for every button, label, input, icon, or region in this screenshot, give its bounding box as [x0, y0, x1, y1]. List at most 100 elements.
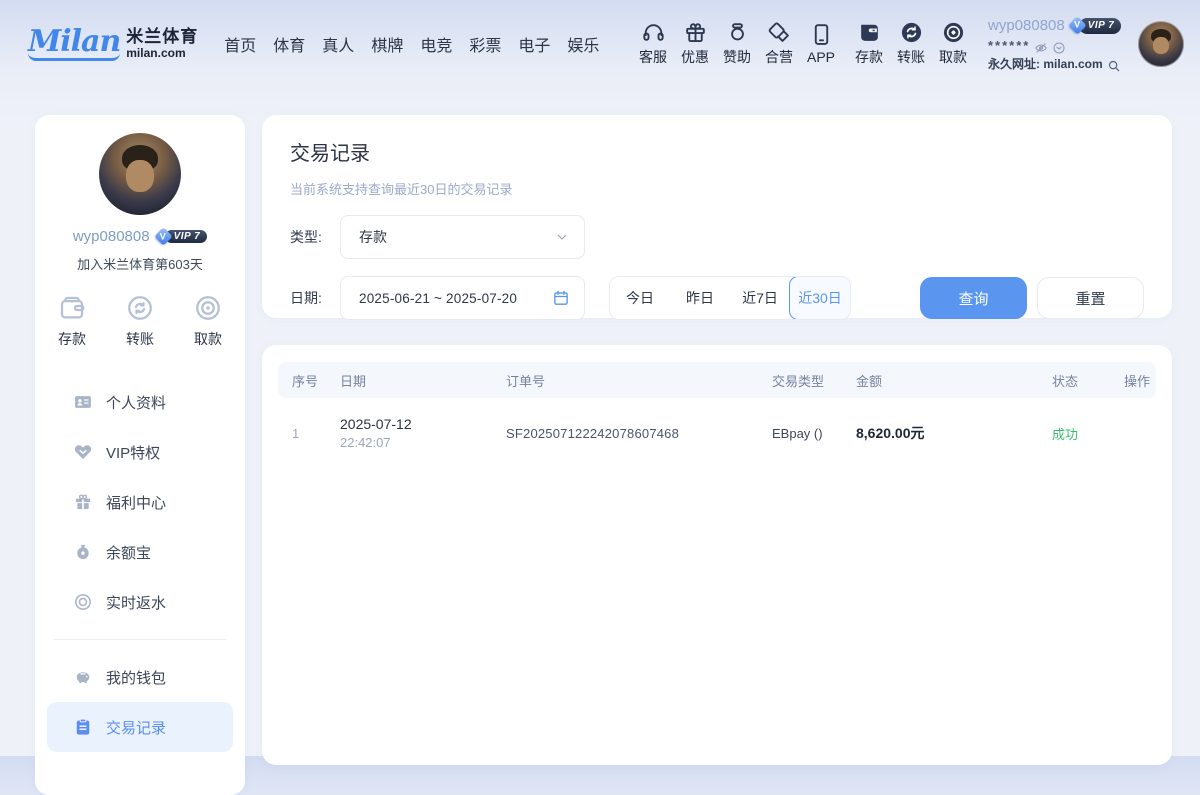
avatar[interactable] [1138, 21, 1184, 67]
row-amount: 8,620.00元 [842, 423, 1038, 443]
vip-badge: V VIP 7 [1071, 18, 1122, 34]
row-date: 2025-07-12 22:42:07 [326, 416, 492, 450]
reset-button[interactable]: 重置 [1037, 277, 1144, 319]
sponsor-button[interactable]: 赞助 [716, 20, 758, 67]
sidebar-item-yuebao[interactable]: 余额宝 [47, 527, 233, 577]
col-date: 日期 [326, 371, 492, 390]
sidebar-menu: 个人资料 VIP特权 福利中心 余额宝 实时返水 我的钱包 交易记录 [35, 377, 245, 752]
nav-home[interactable]: 首页 [222, 28, 258, 60]
sidebar-username: wyp080808 [73, 228, 150, 245]
sidebar-vip-badge: V VIP 7 [157, 229, 208, 245]
type-select-value: 存款 [359, 227, 554, 247]
brand-name-cn: 米兰体育 [126, 28, 198, 47]
quick-date-30days[interactable]: 近30日 [789, 276, 851, 320]
transactions-table-panel: 序号 日期 订单号 交易类型 金额 状态 操作 1 2025-07-12 22:… [262, 345, 1172, 765]
partner-button[interactable]: 合营 [758, 20, 800, 67]
deposit-button[interactable]: 存款 [848, 20, 890, 67]
date-range-value: 2025-06-21 ~ 2025-07-20 [359, 291, 552, 306]
headset-icon [641, 20, 666, 45]
nav-lottery[interactable]: 彩票 [467, 28, 503, 60]
sidebar-item-wallet[interactable]: 我的钱包 [47, 652, 233, 702]
username[interactable]: wyp080808 [988, 15, 1065, 37]
sidebar-item-vip[interactable]: VIP特权 [47, 427, 233, 477]
row-type: EBpay () [758, 426, 842, 441]
col-amount: 金额 [842, 371, 1038, 390]
row-status: 成功 [1038, 424, 1110, 443]
calendar-icon [552, 289, 570, 307]
clipboard-icon [73, 717, 93, 737]
masked-balance: ****** [988, 37, 1030, 56]
partner-label: 合营 [765, 47, 793, 67]
table-row: 1 2025-07-12 22:42:07 SF2025071222420786… [278, 398, 1156, 468]
col-status: 状态 [1038, 371, 1110, 390]
withdraw-button[interactable]: 取款 [932, 20, 974, 67]
quick-date-7days[interactable]: 近7日 [730, 277, 790, 319]
transfer-button[interactable]: 转账 [890, 20, 932, 67]
quick-transfer-button[interactable]: 转账 [125, 293, 155, 349]
nav-cards[interactable]: 棋牌 [369, 28, 405, 60]
chevron-circle-icon[interactable] [1052, 39, 1066, 53]
quick-withdraw-button[interactable]: 取款 [193, 293, 223, 349]
wallet-outline-icon [57, 293, 87, 323]
sidebar-divider [53, 639, 227, 640]
rebate-icon [73, 592, 93, 612]
transfer-outline-icon [125, 293, 155, 323]
sidebar-quick-actions: 存款 转账 取款 [35, 293, 245, 349]
profile-sidebar: wyp080808 V VIP 7 加入米兰体育第603天 存款 转账 取款 个… [35, 115, 245, 795]
col-type: 交易类型 [758, 371, 842, 390]
service-label: 客服 [639, 47, 667, 67]
sidebar-item-transactions[interactable]: 交易记录 [47, 702, 233, 752]
user-info: wyp080808 V VIP 7 ****** 永久网址: milan.com [988, 15, 1128, 73]
magnifier-icon[interactable] [1107, 57, 1121, 71]
gift-icon [683, 20, 708, 45]
sidebar-item-benefits[interactable]: 福利中心 [47, 477, 233, 527]
nav-entertainment[interactable]: 娱乐 [565, 28, 601, 60]
withdraw-icon [941, 20, 966, 45]
promo-button[interactable]: 优惠 [674, 20, 716, 67]
handshake-icon [767, 20, 792, 45]
gem-icon [73, 442, 93, 462]
sidebar-avatar[interactable] [99, 133, 181, 215]
eye-off-icon[interactable] [1034, 39, 1048, 53]
transfer-icon [899, 20, 924, 45]
joined-days-text: 加入米兰体育第603天 [35, 254, 245, 273]
brand-logo-script: Milan [28, 27, 120, 61]
nav-esports[interactable]: 电竞 [418, 28, 454, 60]
type-select[interactable]: 存款 [340, 215, 585, 259]
brand-domain: milan.com [126, 47, 198, 60]
app-label: APP [807, 49, 835, 65]
wallet-icon [857, 20, 882, 45]
chevron-down-icon [554, 229, 570, 245]
brand-logo[interactable]: Milan 米兰体育 milan.com [28, 27, 198, 61]
moneybag-icon [73, 542, 93, 562]
table-header: 序号 日期 订单号 交易类型 金额 状态 操作 [278, 362, 1156, 398]
service-button[interactable]: 客服 [632, 20, 674, 67]
quick-date-yesterday[interactable]: 昨日 [670, 277, 730, 319]
withdraw-label: 取款 [939, 47, 967, 67]
promo-label: 优惠 [681, 47, 709, 67]
app-button[interactable]: APP [800, 22, 842, 65]
nav-live[interactable]: 真人 [320, 28, 356, 60]
phone-icon [809, 22, 834, 47]
col-order-no: 订单号 [492, 371, 758, 390]
date-range-input[interactable]: 2025-06-21 ~ 2025-07-20 [340, 276, 585, 320]
main-nav: 首页 体育 真人 棋牌 电竞 彩票 电子 娱乐 [222, 28, 601, 60]
page-title: 交易记录 [290, 137, 1144, 166]
nav-sports[interactable]: 体育 [271, 28, 307, 60]
withdraw-outline-icon [193, 293, 223, 323]
piggy-bank-icon [73, 667, 93, 687]
permanent-url: 永久网址: milan.com [988, 56, 1103, 73]
date-label: 日期: [290, 288, 340, 308]
quick-deposit-button[interactable]: 存款 [57, 293, 87, 349]
type-label: 类型: [290, 227, 340, 247]
sidebar-item-rebate[interactable]: 实时返水 [47, 577, 233, 627]
quick-date-today[interactable]: 今日 [610, 277, 670, 319]
row-order-no: SF202507122242078607468 [492, 426, 758, 441]
nav-slots[interactable]: 电子 [516, 28, 552, 60]
col-index: 序号 [278, 371, 326, 390]
medal-icon [725, 20, 750, 45]
col-action: 操作 [1110, 371, 1156, 390]
sidebar-item-profile[interactable]: 个人资料 [47, 377, 233, 427]
query-button[interactable]: 查询 [920, 277, 1027, 319]
row-index: 1 [278, 426, 326, 441]
